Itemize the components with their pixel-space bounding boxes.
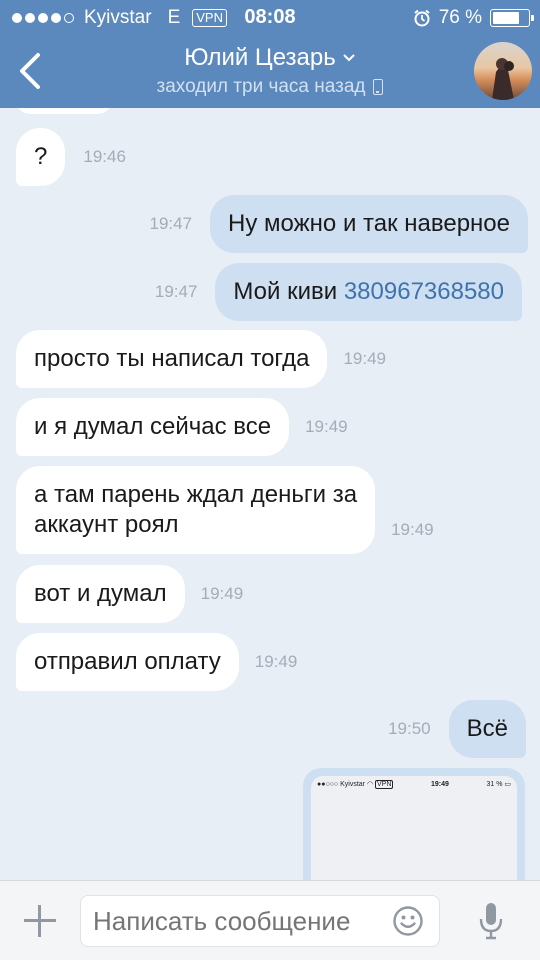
message-time: 19:46 (83, 147, 126, 166)
avatar-photo (492, 58, 514, 100)
message-incoming[interactable]: и я думал сейчас все 19:49 (16, 398, 348, 456)
voice-message-button[interactable] (478, 901, 504, 941)
message-bubble[interactable]: просто ты написал тогда (16, 330, 328, 388)
smiley-icon (393, 906, 423, 936)
message-bubble[interactable]: отправил оплату (16, 633, 239, 691)
message-bubble[interactable]: Всё (448, 700, 526, 758)
emoji-button[interactable] (392, 905, 424, 937)
thumbnail-carrier: ●●○○○ Kyivstar ◠ VPN (317, 780, 394, 789)
thumbnail-battery: 31 % ▭ (486, 781, 511, 788)
battery-level (493, 12, 519, 24)
partial-message-bubble (16, 108, 112, 114)
message-incoming[interactable]: а там парень ждал деньги за аккаунт роял… (16, 466, 434, 554)
last-seen-row: заходил три часа назад (157, 76, 384, 98)
message-bubble[interactable]: вот и думал (16, 565, 185, 623)
message-outgoing[interactable]: 19:47 Мой киви 380967368580 (155, 263, 522, 321)
status-right: 76 % (413, 7, 534, 29)
message-list[interactable]: ? 19:46 19:47 Ну можно и так наверное 19… (0, 108, 540, 880)
back-button[interactable] (10, 46, 50, 96)
screenshot-thumbnail[interactable]: ●●○○○ Kyivstar ◠ VPN 19:49 31 % ▭ (311, 776, 517, 880)
message-bubble[interactable]: Ну можно и так наверное (210, 195, 528, 253)
message-time: 19:49 (200, 584, 244, 603)
message-bubble[interactable]: а там парень ждал деньги за аккаунт роял (16, 466, 376, 554)
chat-title-area[interactable]: Юлий Цезарь заходил три часа назад (110, 44, 430, 98)
message-time: 19:47 (154, 282, 198, 301)
status-bar: Kyivstar E VPN 08:08 76 % (0, 0, 540, 36)
message-time: 19:49 (391, 520, 434, 539)
message-time: 19:49 (254, 652, 298, 671)
phone-link[interactable]: 380967368580 (344, 278, 504, 305)
message-outgoing[interactable]: 19:47 Ну можно и так наверное (149, 195, 528, 253)
message-time: 19:50 (388, 719, 431, 738)
message-incoming[interactable]: просто ты написал тогда 19:49 (16, 330, 386, 388)
composer-bar (0, 880, 540, 960)
contact-name-row[interactable]: Юлий Цезарь (184, 44, 355, 72)
battery-percent: 76 % (438, 7, 482, 28)
mobile-icon (373, 79, 384, 95)
battery-icon (490, 9, 534, 27)
thumbnail-time: 19:49 (430, 780, 449, 788)
message-line: аккаунт роял (34, 511, 179, 538)
message-time: 19:49 (305, 417, 348, 436)
thumbnail-status-bar: ●●○○○ Kyivstar ◠ VPN 19:49 31 % ▭ (311, 776, 517, 792)
message-text: Мой киви (233, 278, 344, 305)
avatar[interactable] (474, 42, 532, 100)
microphone-icon (479, 903, 503, 940)
message-incoming[interactable]: отправил оплату 19:49 (16, 633, 297, 691)
photo-attachment[interactable]: ●●○○○ Kyivstar ◠ VPN 19:49 31 % ▭ (303, 768, 525, 880)
contact-name: Юлий Цезарь (184, 44, 336, 71)
chat-header: Kyivstar E VPN 08:08 76 % Юлий Цезарь за… (0, 0, 540, 108)
message-bubble[interactable]: и я думал сейчас все (16, 398, 290, 456)
message-input[interactable] (80, 895, 440, 947)
alarm-icon (414, 9, 430, 27)
message-time: 19:47 (149, 214, 193, 233)
message-bubble[interactable]: ? (16, 128, 66, 186)
message-bubble[interactable]: Мой киви 380967368580 (215, 263, 522, 321)
last-seen-text: заходил три часа назад (156, 76, 366, 97)
message-outgoing[interactable]: 19:50 Всё (388, 700, 526, 758)
chevron-left-icon (20, 53, 40, 89)
message-incoming[interactable]: вот и думал 19:49 (16, 565, 243, 623)
attach-button[interactable] (22, 903, 58, 939)
message-time: 19:49 (343, 349, 387, 368)
message-line: а там парень ждал деньги за (34, 481, 358, 508)
message-incoming[interactable]: ? 19:46 (16, 128, 126, 186)
chevron-down-icon (343, 54, 355, 62)
